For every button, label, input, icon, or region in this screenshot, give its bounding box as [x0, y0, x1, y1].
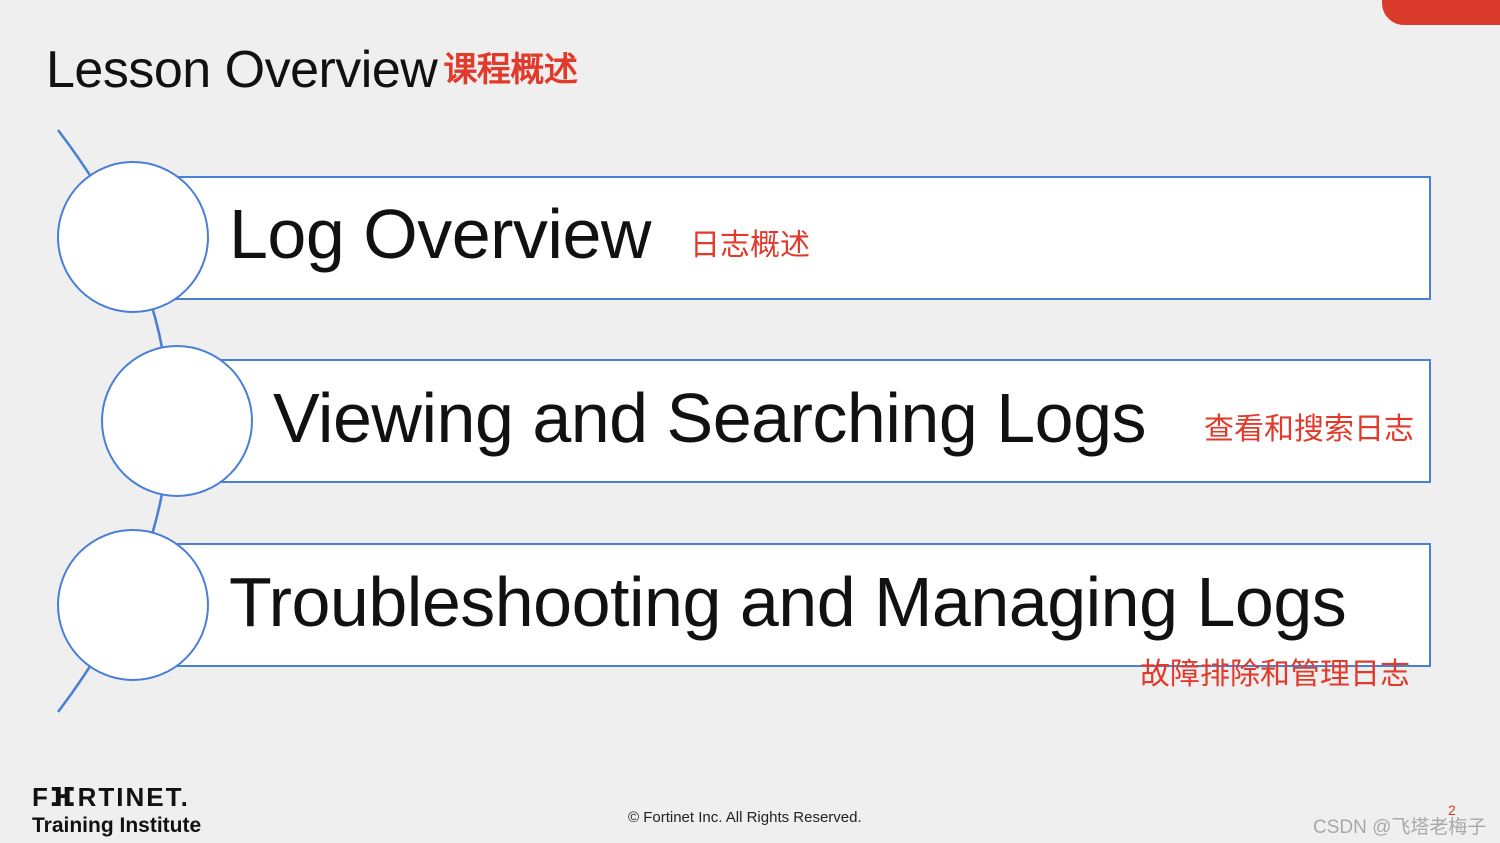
slide-title-cn: 课程概述 [443, 51, 578, 89]
fortinet-logo: FⴼRTINET. [32, 782, 190, 812]
item-label-cn-log-overview: 日志概述 [690, 229, 810, 262]
item-label-cn-viewing-searching: 查看和搜索日志 [1204, 413, 1414, 446]
item-label-cn-troubleshooting-managing: 故障排除和管理日志 [1140, 658, 1410, 691]
item-label-viewing-searching: Viewing and Searching Logs [273, 379, 1147, 457]
item-circle-3 [57, 529, 209, 681]
item-circle-2 [101, 345, 253, 497]
corner-accent-tab [1382, 0, 1500, 25]
item-circle-1 [57, 161, 209, 313]
training-institute-label: Training Institute [32, 814, 202, 837]
copyright-text: © Fortinet Inc. All Rights Reserved. [628, 809, 862, 826]
item-label-log-overview: Log Overview [229, 195, 651, 273]
csdn-watermark: CSDN @飞塔老梅子 [1313, 817, 1487, 838]
item-label-troubleshooting-managing: Troubleshooting and Managing Logs [229, 563, 1347, 641]
